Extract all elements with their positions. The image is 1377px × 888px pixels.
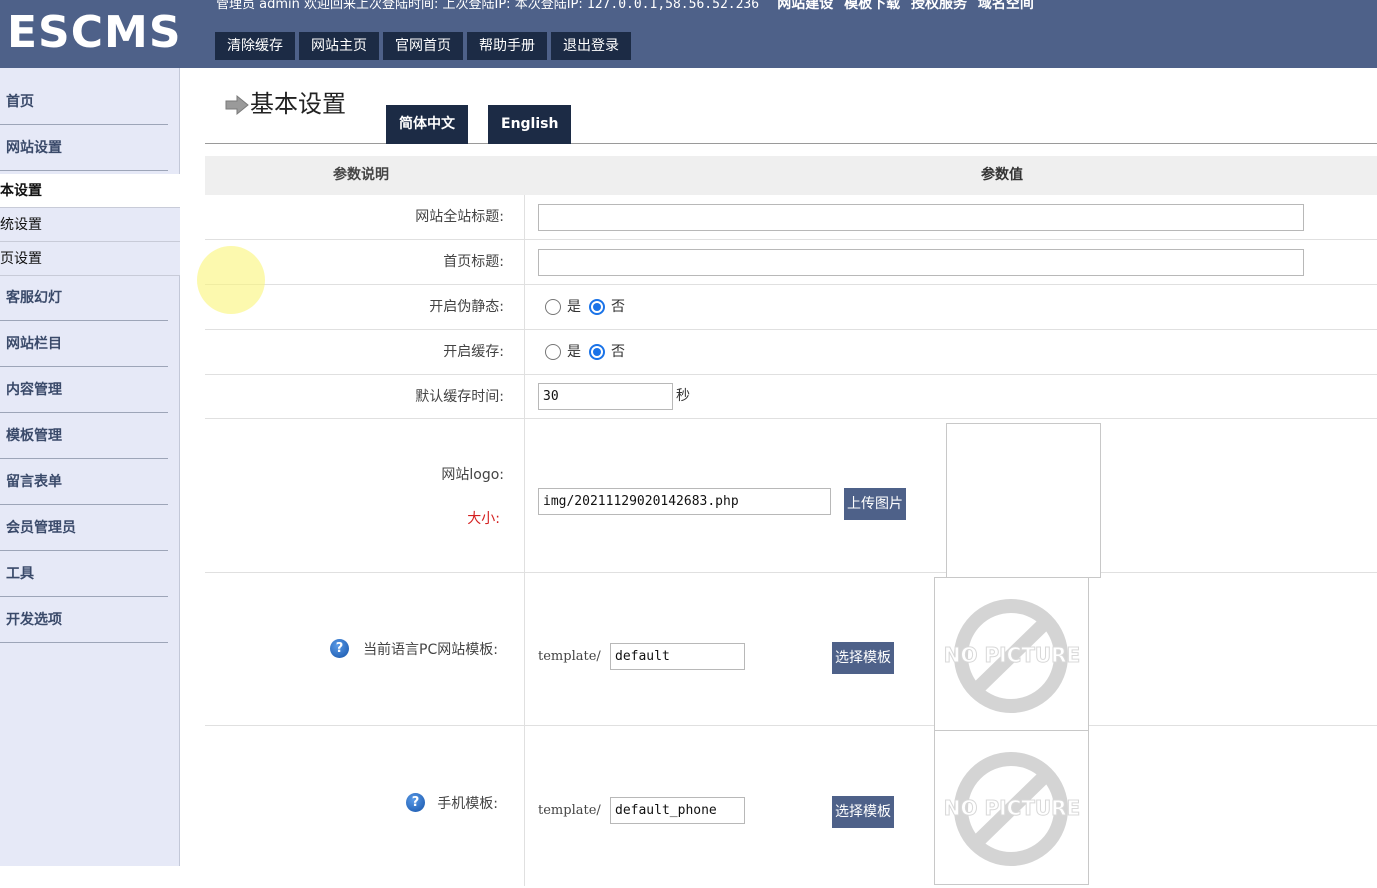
cache-time-input[interactable]: 30: [538, 383, 673, 410]
logo: ESCMS: [7, 7, 182, 58]
home-title-input[interactable]: [538, 249, 1304, 276]
table-row: ? 当前语言PC网站模板: template/ default 选择模板 NO …: [205, 573, 1377, 732]
top-header: ESCMS 管理员 admin 欢迎回来上次登陆时间: 上次登陆IP: 本次登陆…: [0, 0, 1377, 68]
pseudo-static-no-label: 否: [611, 299, 625, 315]
cache-no-label: 否: [611, 344, 625, 360]
upload-image-button[interactable]: 上传图片: [844, 488, 906, 520]
tab-simplified-chinese[interactable]: 简体中文: [386, 105, 468, 144]
sidebar-item-template-management[interactable]: 模板管理: [0, 413, 168, 459]
sidebar-item-service-slides[interactable]: 客服幻灯: [0, 275, 168, 321]
no-picture-icon: NO PICTURE: [943, 599, 1081, 713]
sidebar-subitem-system-settings[interactable]: 统设置: [0, 208, 180, 242]
official-home-button[interactable]: 官网首页: [383, 32, 463, 60]
page-title: 基本设置: [250, 90, 346, 118]
site-title-label: 网站全站标题:: [205, 195, 525, 239]
tab-english[interactable]: English: [488, 105, 572, 144]
admin-info-bar: 管理员 admin 欢迎回来上次登陆时间: 上次登陆IP: 本次登陆IP: 12…: [216, 0, 1040, 13]
select-pc-template-button[interactable]: 选择模板: [832, 642, 894, 674]
sidebar-item-site-settings[interactable]: 网站设置: [0, 125, 168, 171]
clear-cache-button[interactable]: 清除缓存: [215, 32, 295, 60]
col-param-header: 参数说明: [333, 167, 389, 183]
header-button-bar: 清除缓存 网站主页 官网首页 帮助手册 退出登录: [215, 32, 635, 60]
pseudo-static-no-radio[interactable]: [589, 299, 605, 315]
help-icon[interactable]: ?: [406, 793, 425, 812]
pc-template-preview: NO PICTURE: [934, 577, 1089, 732]
table-row: 网站logo: 大小: img/20211129020142683.php 上传…: [205, 419, 1377, 578]
mobile-template-preview: NO PICTURE: [934, 730, 1089, 885]
link-license-service[interactable]: 授权服务: [911, 0, 967, 12]
sidebar-item-members-admins[interactable]: 会员管理员: [0, 505, 168, 551]
logo-label: 网站logo:: [441, 467, 504, 483]
pc-template-label: 当前语言PC网站模板:: [363, 642, 498, 658]
table-row: ? 手机模板: template/ default_phone 选择模板 NO …: [205, 726, 1377, 886]
cache-no-radio[interactable]: [589, 344, 605, 360]
cache-label: 开启缓存:: [205, 330, 525, 374]
col-value-header: 参数值: [981, 167, 1023, 183]
help-icon[interactable]: ?: [330, 639, 349, 658]
sidebar-subitem-basic-settings[interactable]: 本设置: [0, 174, 180, 208]
cache-yes-label: 是: [567, 344, 581, 360]
help-manual-button[interactable]: 帮助手册: [467, 32, 547, 60]
link-domain-hosting[interactable]: 域名空间: [978, 0, 1034, 12]
logo-preview: [946, 423, 1101, 578]
cache-yes-radio[interactable]: [545, 344, 561, 360]
cache-time-label: 默认缓存时间:: [205, 375, 525, 418]
page-header: 基本设置 简体中文 English: [205, 68, 1377, 144]
admin-info: 管理员 admin 欢迎回来上次登陆时间: 上次登陆IP: 本次登陆IP:: [216, 0, 583, 12]
mobile-template-prefix: template/: [538, 803, 601, 818]
sidebar-item-content-management[interactable]: 内容管理: [0, 367, 168, 413]
home-title-label: 首页标题:: [205, 240, 525, 284]
no-picture-icon: NO PICTURE: [943, 752, 1081, 866]
ip-info: 127.0.0.1,58.56.52.236: [586, 0, 760, 12]
table-row: 首页标题:: [205, 240, 1377, 285]
sidebar-subitem-page-settings[interactable]: 页设置: [0, 242, 180, 276]
sidebar-item-dev-options[interactable]: 开发选项: [0, 597, 168, 643]
select-mobile-template-button[interactable]: 选择模板: [832, 796, 894, 828]
table-row: 网站全站标题:: [205, 195, 1377, 240]
pc-template-input[interactable]: default: [610, 643, 745, 670]
link-template-download[interactable]: 模板下载: [844, 0, 900, 12]
sidebar: 首页 网站设置 本设置 统设置 页设置 客服幻灯 网站栏目 内容管理 模板管理 …: [0, 68, 180, 866]
table-header: 参数说明 参数值: [205, 156, 1377, 195]
mobile-template-label: 手机模板:: [437, 796, 498, 812]
site-home-button[interactable]: 网站主页: [299, 32, 379, 60]
pseudo-static-yes-radio[interactable]: [545, 299, 561, 315]
logo-path-input[interactable]: img/20211129020142683.php: [538, 488, 831, 515]
sidebar-item-message-forms[interactable]: 留言表单: [0, 459, 168, 505]
top-links: 网站建设 模板下载 授权服务 域名空间: [777, 0, 1040, 12]
site-title-input[interactable]: [538, 204, 1304, 231]
size-label: 大小:: [467, 511, 500, 527]
table-row: 开启缓存: 是 否: [205, 330, 1377, 375]
sidebar-item-tools[interactable]: 工具: [0, 551, 168, 597]
sidebar-item-site-columns[interactable]: 网站栏目: [0, 321, 168, 367]
table-row: 开启伪静态: 是 否: [205, 285, 1377, 330]
no-picture-text: NO PICTURE: [944, 643, 1080, 667]
arrow-right-icon: [225, 94, 249, 116]
link-site-build[interactable]: 网站建设: [777, 0, 833, 12]
pseudo-static-label: 开启伪静态:: [205, 285, 525, 329]
logout-button[interactable]: 退出登录: [551, 32, 631, 60]
table-row: 默认缓存时间: 30 秒: [205, 375, 1377, 419]
no-picture-text: NO PICTURE: [944, 796, 1080, 820]
pseudo-static-yes-label: 是: [567, 299, 581, 315]
pc-template-prefix: template/: [538, 649, 601, 664]
sidebar-item-home[interactable]: 首页: [0, 79, 168, 125]
cache-time-unit: 秒: [676, 388, 690, 404]
mobile-template-input[interactable]: default_phone: [610, 797, 745, 824]
